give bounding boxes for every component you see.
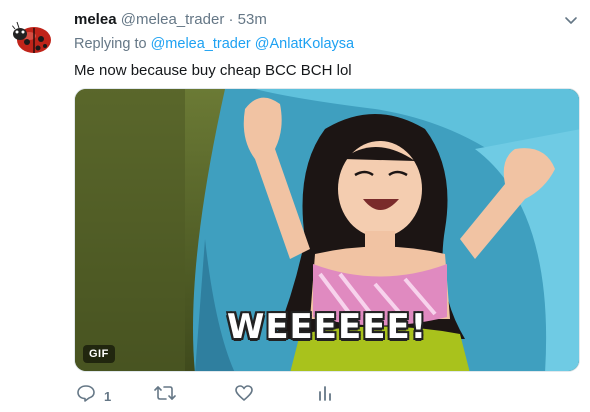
- replying-prefix: Replying to: [74, 36, 147, 52]
- tweet-text: Me now because buy cheap BCC BCH lol: [74, 62, 352, 79]
- avatar[interactable]: [10, 12, 58, 60]
- chevron-down-icon: [565, 17, 577, 24]
- retweet-button[interactable]: [154, 382, 184, 404]
- like-button[interactable]: [234, 382, 262, 404]
- display-name[interactable]: melea: [74, 11, 117, 28]
- replying-to: Replying to @melea_trader @AnlatKolaysa: [74, 36, 354, 52]
- analytics-icon: [319, 386, 331, 401]
- like-icon: [235, 385, 253, 401]
- retweet-icon: [154, 386, 176, 400]
- timestamp[interactable]: 53m: [238, 11, 267, 28]
- tweet-actions: 1: [74, 382, 374, 408]
- user-handle[interactable]: @melea_trader: [121, 11, 225, 28]
- reply-icon: [77, 385, 95, 402]
- reply-count: 1: [104, 388, 112, 404]
- tweet-card[interactable]: melea @melea_trader · 53m Replying to @m…: [0, 0, 590, 412]
- reply-button[interactable]: 1: [76, 382, 111, 404]
- more-options-button[interactable]: [562, 12, 580, 30]
- analytics-button[interactable]: [316, 382, 334, 404]
- gif-media[interactable]: WEEEEEE! GIF: [74, 88, 580, 372]
- reply-handle-link[interactable]: @AnlatKolaysa: [255, 36, 354, 52]
- gif-caption: WEEEEEE!: [226, 307, 428, 347]
- ladybug-avatar: [10, 21, 51, 53]
- gif-badge: GIF: [83, 345, 115, 363]
- reply-handle-link[interactable]: @melea_trader: [151, 36, 251, 52]
- tweet-header: melea @melea_trader · 53m: [74, 10, 267, 30]
- separator: ·: [228, 11, 234, 28]
